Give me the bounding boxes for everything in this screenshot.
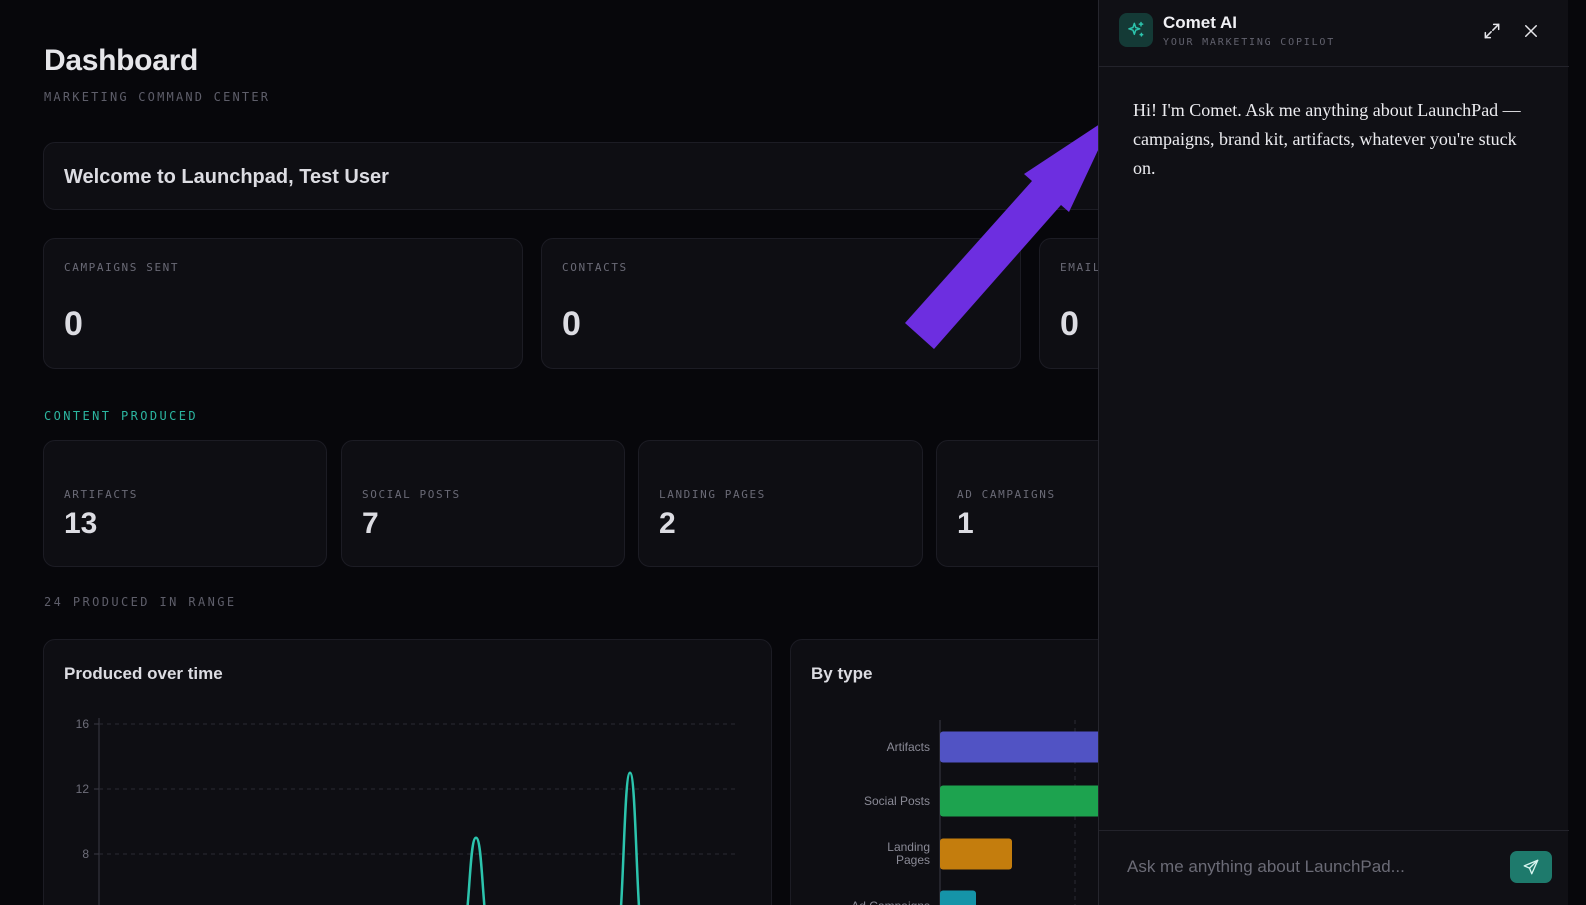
stat-label: CONTACTS (562, 261, 628, 274)
produced-over-time-panel: Produced over time 8 12 16 (43, 639, 772, 905)
ai-header: Comet AI YOUR MARKETING COPILOT (1099, 0, 1569, 67)
chat-input-bar (1099, 830, 1569, 905)
series-line-segment (619, 771, 641, 905)
y-tick-label: 16 (76, 717, 90, 731)
stat-value: 7 (362, 507, 379, 540)
category-label: Landing Pages (887, 840, 930, 867)
stat-label: ARTIFACTS (64, 488, 139, 501)
chat-input[interactable] (1127, 853, 1497, 881)
expand-icon[interactable] (1480, 19, 1504, 43)
stat-label: LANDING PAGES (659, 488, 766, 501)
assistant-tagline: YOUR MARKETING COPILOT (1163, 37, 1336, 48)
bar (940, 838, 1012, 870)
comet-ai-panel: Comet AI YOUR MARKETING COPILOT Hi! I'm … (1098, 0, 1569, 905)
stat-card-landing-pages[interactable]: LANDING PAGES 2 (638, 440, 923, 567)
page-title: Dashboard (44, 44, 198, 77)
stat-label: AD CAMPAIGNS (957, 488, 1056, 501)
send-icon (1523, 859, 1539, 875)
app-root: Dashboard MARKETING COMMAND CENTER Welco… (0, 0, 1586, 905)
category-label: Ad Campaigns (851, 899, 930, 905)
close-icon[interactable] (1519, 19, 1543, 43)
stat-value: 1 (957, 507, 974, 540)
page-subtitle: MARKETING COMMAND CENTER (44, 90, 271, 104)
stat-card-contacts[interactable]: CONTACTS 0 (541, 238, 1021, 369)
stat-label: SOCIAL POSTS (362, 488, 461, 501)
range-label: 24 PRODUCED IN RANGE (44, 595, 237, 609)
stat-value: 0 (64, 305, 83, 343)
y-tick-label: 8 (82, 847, 89, 861)
line-chart: 8 12 16 (76, 717, 739, 905)
assistant-name: Comet AI (1163, 13, 1237, 32)
stat-value: 0 (562, 305, 581, 343)
welcome-text: Welcome to Launchpad, Test User (64, 166, 389, 188)
content-section-label: CONTENT PRODUCED (44, 409, 198, 423)
category-label: Social Posts (864, 794, 930, 808)
stat-value: 13 (64, 507, 98, 540)
assistant-message: Hi! I'm Comet. Ask me anything about Lau… (1133, 100, 1521, 178)
bar (940, 890, 976, 905)
stat-card-social-posts[interactable]: SOCIAL POSTS 7 (341, 440, 625, 567)
series-line-segment (466, 836, 486, 905)
y-tick-label: 12 (76, 782, 90, 796)
sparkle-icon (1119, 13, 1153, 47)
send-button[interactable] (1510, 851, 1552, 883)
stat-value: 2 (659, 507, 676, 540)
welcome-banner: Welcome to Launchpad, Test User (43, 142, 1153, 210)
stat-card-campaigns-sent[interactable]: CAMPAIGNS SENT 0 (43, 238, 523, 369)
stat-label: EMAIL (1060, 261, 1102, 274)
category-label: Artifacts (887, 740, 930, 754)
stat-label: CAMPAIGNS SENT (64, 261, 180, 274)
stat-card-artifacts[interactable]: ARTIFACTS 13 (43, 440, 327, 567)
stat-value: 0 (1060, 305, 1079, 343)
